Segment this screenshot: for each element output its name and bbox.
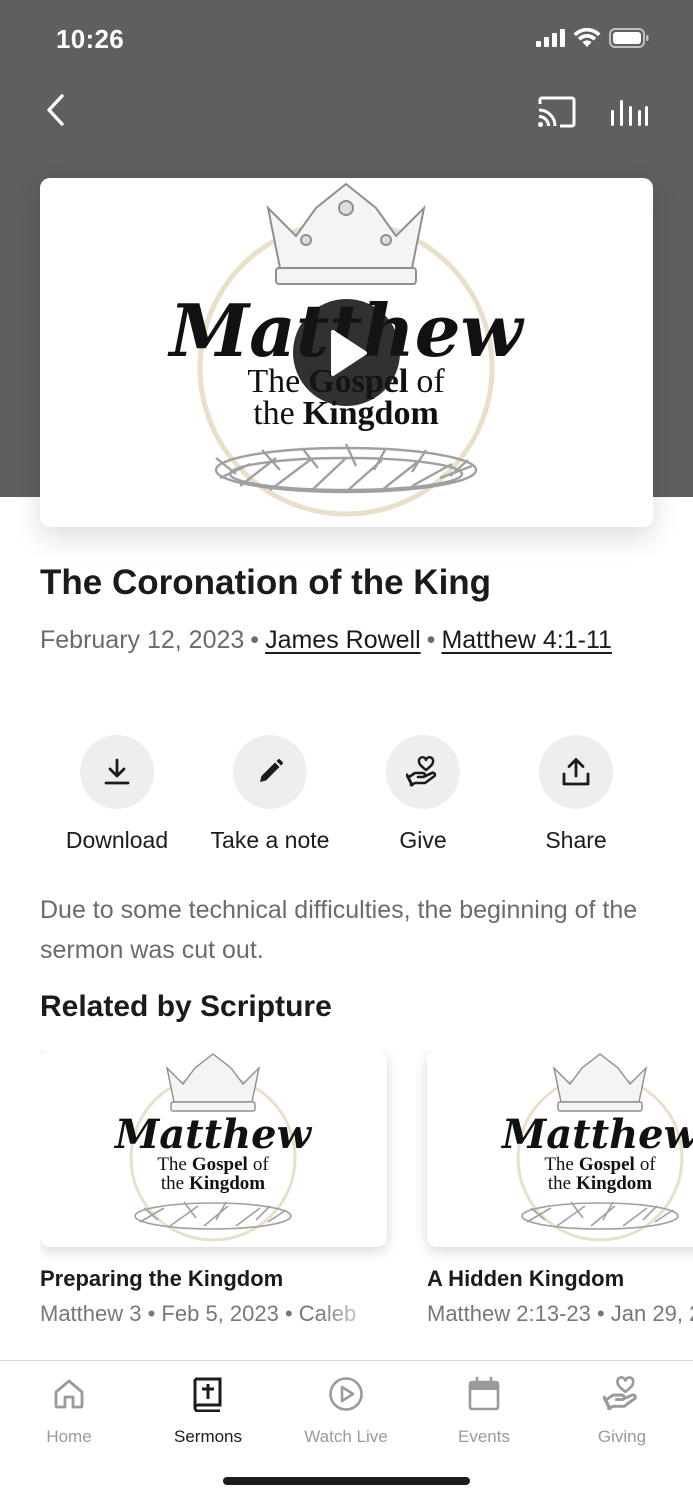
related-heading: Related by Scripture [40,990,332,1023]
related-carousel[interactable]: Matthew The Gospel of the Kingdom Preparing… [40,1050,693,1340]
sermon-title: The Coronation of the King [40,563,492,602]
scripture-link[interactable]: Matthew 4:1-11 [441,626,611,654]
cast-icon [538,96,576,128]
related-title: Preparing the Kingdom [40,1266,284,1291]
series-subtitle-line1: TheGospelof [544,1154,656,1175]
crown-icon [266,182,426,285]
tab-sermons[interactable]: Sermons [139,1373,277,1447]
home-icon [54,1379,84,1409]
pencil-icon [260,759,283,782]
audio-bars-icon [611,100,648,126]
calendar-icon [468,1376,500,1411]
crown-of-thorns-icon [214,443,478,494]
series-subtitle-line1: TheGospelof [157,1154,269,1175]
sermon-description: Due to some technical difficulties, the … [40,896,638,964]
chevron-left-icon [47,94,64,126]
series-subtitle-line2: the Kingdom [161,1173,265,1194]
related-title: A Hidden Kingdom [427,1266,625,1291]
status-bar: 10:26 [0,0,693,78]
tab-label: Sermons [173,1427,243,1446]
tab-watch-live[interactable]: Watch Live [277,1373,415,1447]
status-time: 10:26 [56,24,124,54]
tab-home[interactable]: Home [0,1373,138,1447]
give-button-circle [386,735,460,809]
series-title: Matthew [500,1111,693,1158]
share-label: Share [545,827,607,853]
related-card[interactable]: Matthew The Gospel of the Kingdom A Hidden … [427,1050,693,1327]
take-note-button[interactable]: Take a note [193,735,347,854]
share-button-circle [539,735,613,809]
sermon-video-card[interactable]: Matthew TheGospelof theKingdom [40,178,653,527]
series-artwork: Matthew TheGospelof theKingdom [500,1053,693,1242]
back-button[interactable] [36,90,76,130]
sermon-meta: February 12, 2023 • James Rowell • Matthew 4… [40,622,640,659]
meta-separator: • [426,626,436,654]
give-label: Give [399,827,447,853]
crown-of-thorns-icon [521,1201,679,1230]
hand-heart-icon [406,756,437,787]
crown-of-thorns-icon [134,1201,292,1230]
series-subtitle-line2: the Kingdom [548,1173,652,1194]
home-indicator [223,1477,470,1485]
download-button-circle [80,735,154,809]
hand-heart-icon [603,1376,637,1411]
tab-label: Watch Live [304,1427,388,1446]
sermon-date: February 12, 2023 [40,626,245,654]
crown-icon [165,1053,261,1112]
status-icons [535,28,649,48]
related-meta: Matthew 2:13-23 • Jan 29, 2023 [427,1301,693,1326]
download-button[interactable]: Download [40,735,194,854]
download-icon [104,758,130,785]
series-artwork: Matthew TheGospelof theKingdom [113,1053,313,1242]
play-icon [330,329,367,376]
speaker-link[interactable]: James Rowell [265,626,421,654]
share-button[interactable]: Share [499,735,653,854]
tab-events[interactable]: Events [415,1373,553,1447]
battery-icon [609,28,649,48]
tab-giving[interactable]: Giving [553,1373,691,1447]
tab-label: Home [46,1427,92,1446]
action-row: Download Take a note Give Share [40,735,653,865]
related-thumbnail: Matthew The Gospel of the Kingdom [40,1050,387,1247]
bible-icon [193,1377,222,1412]
tab-label: Events [458,1427,510,1446]
wifi-icon [573,28,601,47]
play-circle-icon [329,1377,363,1411]
give-button[interactable]: Give [346,735,500,854]
cast-button[interactable] [533,92,579,132]
download-label: Download [65,827,169,853]
series-title: Matthew [113,1111,313,1158]
meta-separator: • [250,626,260,654]
take-note-button-circle [233,735,307,809]
play-button[interactable] [293,299,400,406]
related-card[interactable]: Matthew The Gospel of the Kingdom Preparing… [40,1050,387,1327]
related-meta: Matthew 3 • Feb 5, 2023 • Caleb [40,1301,357,1326]
share-icon [562,758,590,786]
related-thumbnail: Matthew The Gospel of the Kingdom [427,1050,693,1247]
crown-icon [552,1053,648,1112]
top-nav [0,84,693,140]
signal-icon [536,29,565,47]
take-note-label: Take a note [210,827,330,853]
audio-button[interactable] [605,92,653,132]
tab-label: Giving [597,1427,647,1446]
